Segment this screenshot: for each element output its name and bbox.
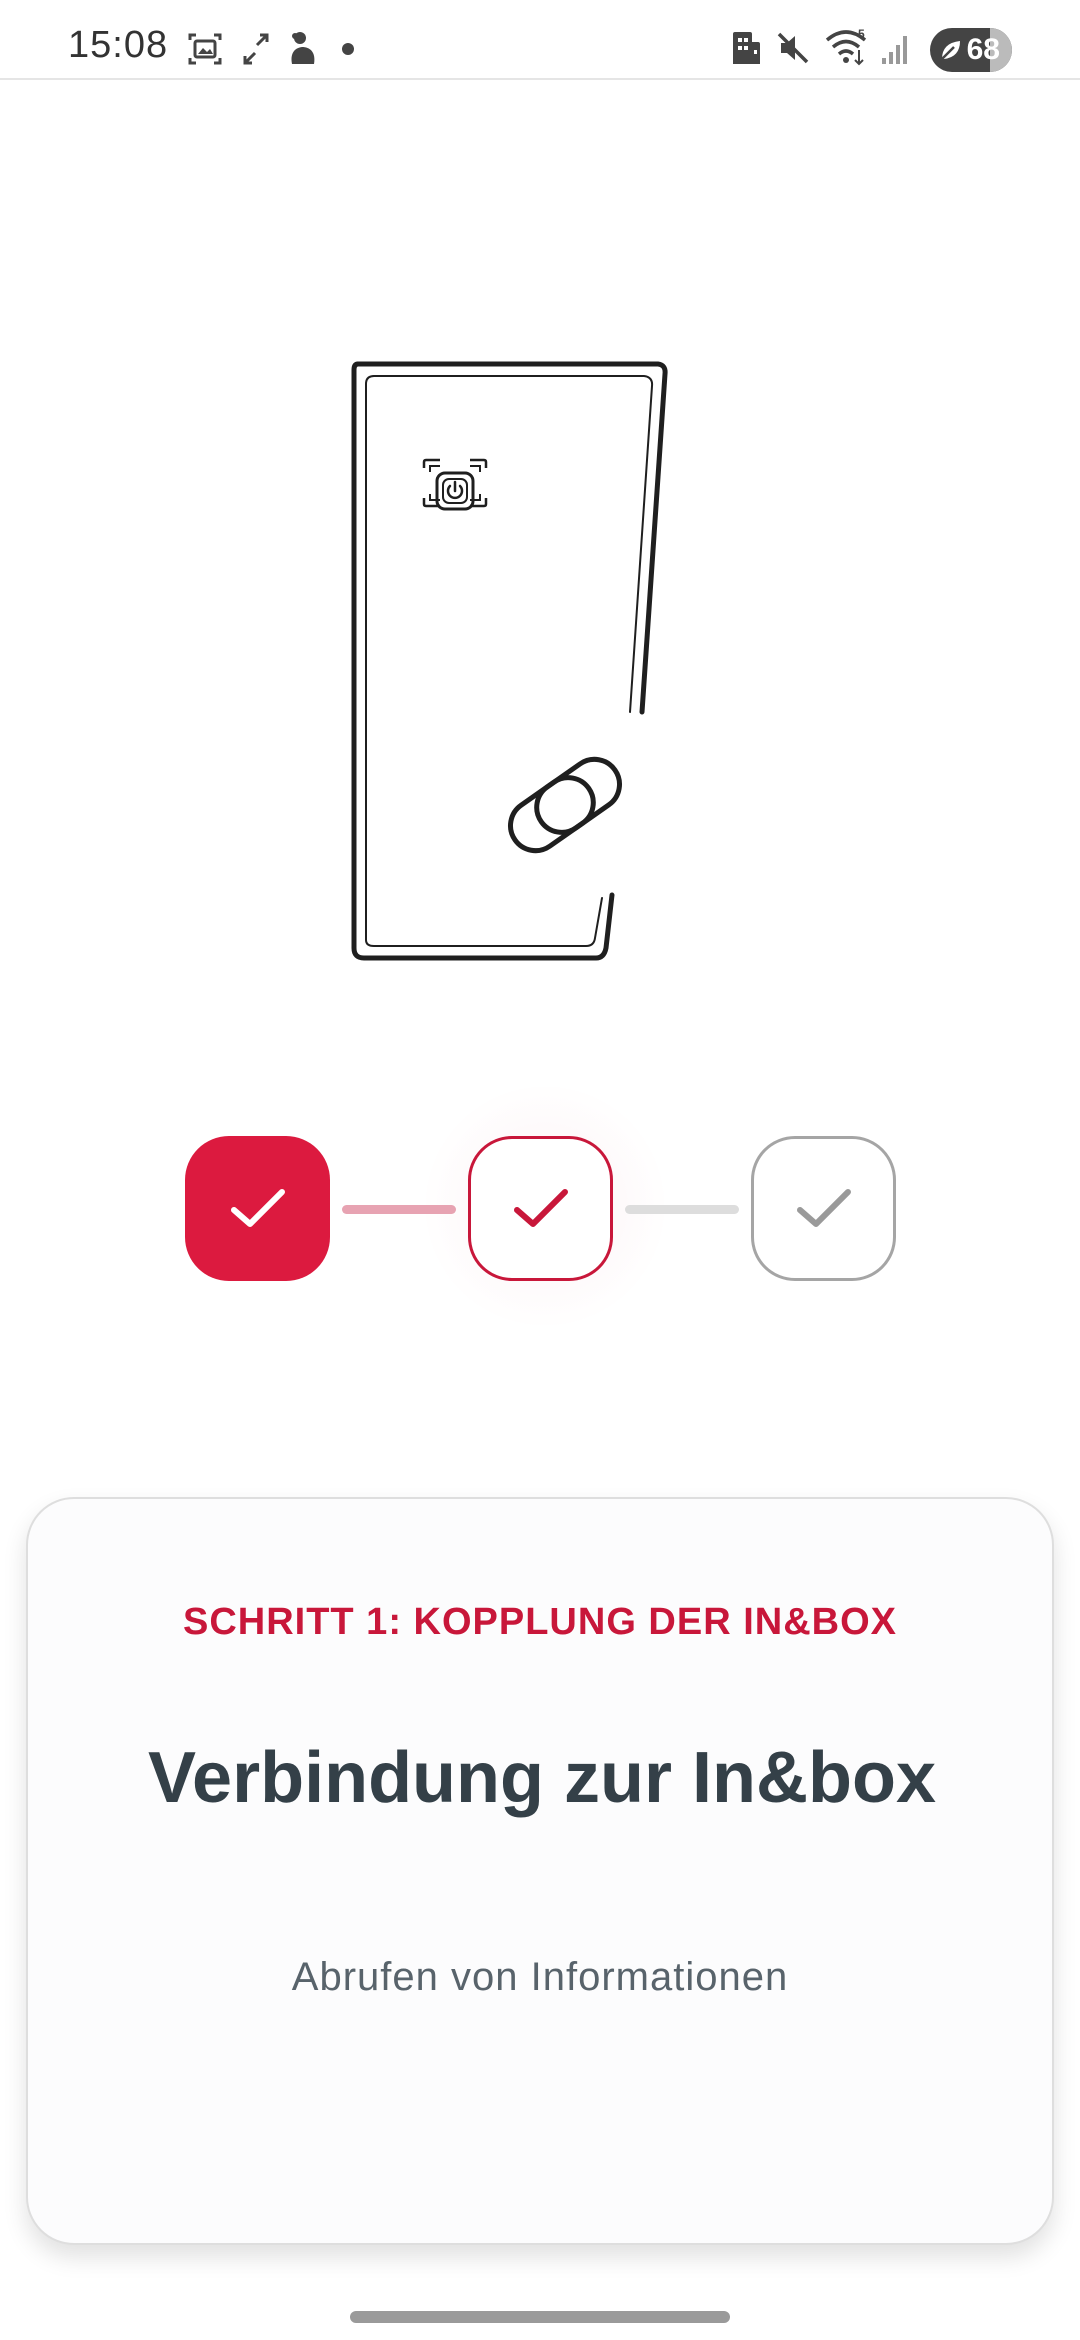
step-label: SCHRITT 1: KOPPLUNG DER IN&BOX xyxy=(182,1601,898,1643)
device-illustration xyxy=(351,361,668,961)
status-right-icons: 5 xyxy=(730,26,920,70)
dot-icon xyxy=(342,43,354,55)
building-icon xyxy=(733,32,760,64)
card-title: Verbindung zur In&box xyxy=(148,1738,936,1818)
signal-icon xyxy=(882,36,907,64)
checkmark-icon xyxy=(796,1188,851,1227)
step-1-completed xyxy=(185,1136,330,1281)
expand-icon xyxy=(243,33,269,65)
wifi-icon: 5 xyxy=(825,27,867,66)
device-icon xyxy=(351,361,668,961)
checkmark-icon xyxy=(513,1188,568,1227)
link-icon xyxy=(508,756,622,854)
status-bar: 15:08 5 68 xyxy=(0,0,1080,80)
dog-icon xyxy=(291,32,315,64)
battery-indicator: 68 xyxy=(930,28,1012,72)
card-subtitle: Abrufen von Informationen xyxy=(291,1955,789,1999)
step-2-active xyxy=(468,1136,613,1281)
step-3-pending xyxy=(751,1136,896,1281)
battery-saver-icon xyxy=(941,41,960,60)
power-button-icon xyxy=(422,458,488,511)
step-connector-1 xyxy=(342,1205,456,1214)
status-time: 15:08 xyxy=(68,24,169,66)
screenshot-icon xyxy=(188,33,222,65)
svg-text:5: 5 xyxy=(858,27,865,41)
step-progress xyxy=(185,1081,896,1331)
battery-level: 68 xyxy=(966,33,1000,66)
checkmark-icon xyxy=(230,1188,285,1227)
info-card: SCHRITT 1: KOPPLUNG DER IN&BOX Verbindun… xyxy=(26,1497,1054,2245)
home-indicator[interactable] xyxy=(350,2311,730,2323)
mute-icon xyxy=(777,32,809,64)
step-connector-2 xyxy=(625,1205,739,1214)
